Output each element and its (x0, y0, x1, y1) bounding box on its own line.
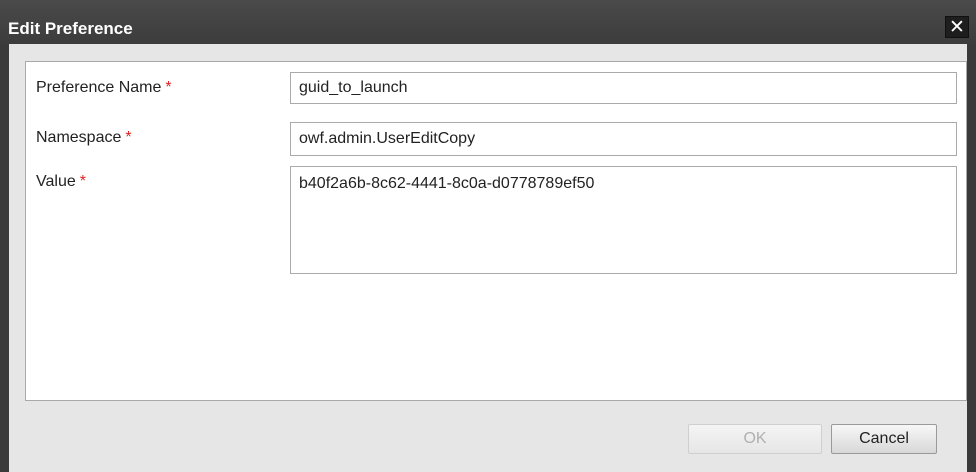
preference-name-label: Preference Name * (36, 79, 172, 96)
cancel-button[interactable]: Cancel (831, 424, 937, 454)
required-marker: * (165, 79, 172, 96)
value-label: Value * (36, 173, 86, 190)
dialog-title: Edit Preference (8, 19, 133, 38)
edit-preference-dialog: Edit Preference ✕ Preference Name* Names… (0, 0, 976, 472)
namespace-input[interactable] (290, 122, 957, 156)
dialog-titlebar[interactable]: Edit Preference ✕ (0, 0, 976, 44)
close-button[interactable]: ✕ (945, 16, 969, 38)
value-textarea[interactable]: b40f2a6b-8c62-4441-8c0a-d0778789ef50 (290, 166, 957, 274)
preference-name-input[interactable] (290, 72, 957, 104)
form-panel: Preference Name* Namespace* Value* b40f2… (25, 61, 967, 401)
namespace-label: Namespace * (36, 129, 132, 146)
required-marker: * (125, 129, 132, 146)
ok-button[interactable]: OK (688, 424, 822, 454)
required-marker: * (79, 173, 86, 190)
close-icon: ✕ (949, 15, 965, 38)
